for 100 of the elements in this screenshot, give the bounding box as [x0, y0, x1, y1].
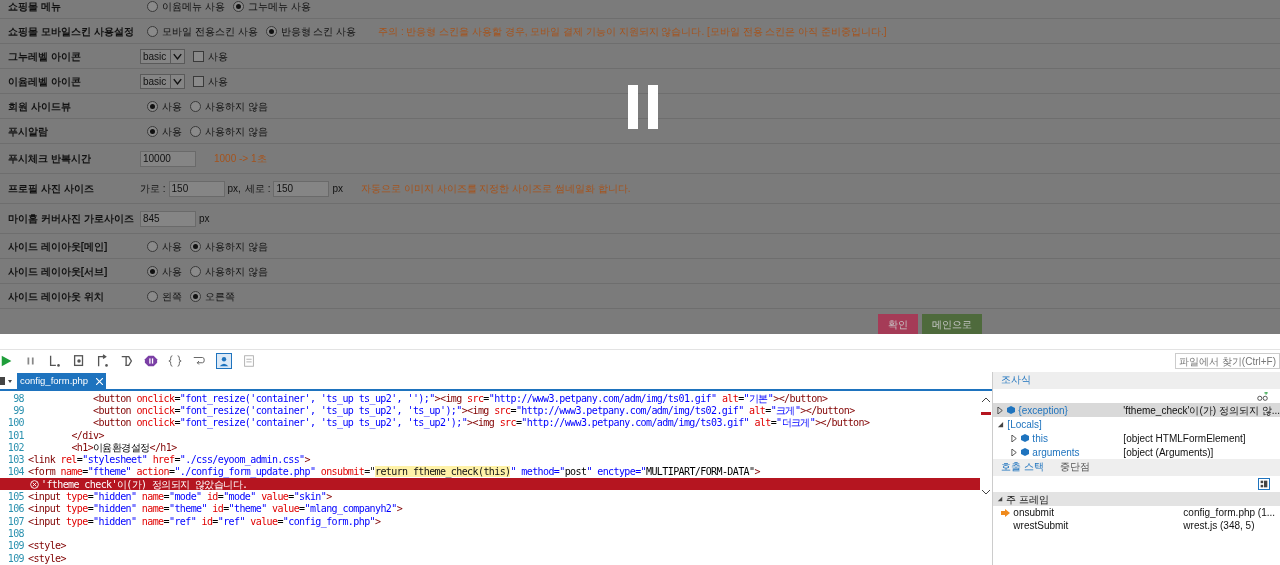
radio-button[interactable] — [190, 100, 201, 112]
note-text: 1000 -> 1초 — [214, 152, 267, 166]
code-line: <link rel="stylesheet" href="./css/eyoom_admin.css"> — [27, 453, 310, 467]
radio-button[interactable] — [190, 290, 201, 302]
scroll-down-icon[interactable] — [982, 490, 991, 495]
line-number: 108 — [6, 526, 24, 541]
radio-button[interactable] — [147, 240, 158, 252]
expander-icon[interactable] — [997, 420, 1005, 428]
option-label: 사용하지 않음 — [205, 124, 268, 139]
setting-label: 사이드 레이아웃[메인] — [8, 239, 108, 254]
collapse-icon — [997, 496, 1004, 502]
field-label: 가로 : — [140, 182, 166, 196]
panel-tab[interactable]: 중단점 — [1060, 460, 1090, 475]
setting-label: 푸시알람 — [8, 124, 48, 139]
add-watch-icon[interactable] — [1257, 391, 1268, 401]
level-select[interactable]: basic — [140, 48, 186, 64]
expander-icon[interactable] — [1011, 448, 1019, 456]
file-tab[interactable]: config_form.php — [17, 373, 107, 389]
line-number: 100 — [6, 416, 24, 431]
line-number: 106 — [6, 502, 24, 517]
radio-button[interactable] — [265, 25, 277, 37]
setting-label: 쇼핑몰 메뉴 — [8, 0, 61, 14]
setting-label: 그누레벨 아이콘 — [8, 49, 81, 64]
error-message: 'ftheme_check'이(가) 정의되지 않았습니다. — [41, 478, 248, 492]
step-out-icon[interactable] — [96, 354, 110, 368]
expander-icon[interactable] — [1011, 434, 1019, 442]
level-select[interactable]: basic — [140, 73, 186, 89]
option-label: 사용 — [162, 99, 182, 114]
radio-button[interactable] — [190, 265, 201, 277]
watch-value: [object (Arguments)] — [1123, 445, 1214, 459]
braces-icon[interactable] — [168, 354, 182, 368]
setting-label: 마이홈 커버사진 가로사이즈 — [8, 212, 134, 226]
find-field[interactable]: 파일에서 찾기(Ctrl+F) — [1175, 353, 1280, 369]
watch-name: {exception} — [1018, 403, 1068, 418]
panel-tab[interactable]: 호출 스택 — [1001, 460, 1044, 475]
branch-icon[interactable] — [120, 354, 134, 368]
radio-button[interactable] — [147, 0, 158, 12]
watch-row[interactable]: this [object HTMLFormElement] — [993, 431, 1280, 445]
word-wrap-icon[interactable] — [192, 354, 206, 368]
step-into-icon[interactable] — [48, 354, 62, 368]
frame-location: wrest.js (348, 5) — [1183, 519, 1255, 533]
input-field[interactable]: 150 — [168, 180, 225, 197]
input-field[interactable]: 845 — [140, 210, 196, 227]
radio-button[interactable] — [190, 240, 201, 252]
error-icon — [30, 479, 39, 489]
note-text: 자동으로 이미지 사이즈를 지정한 사이즈로 썸네일화 합니다. — [361, 182, 631, 196]
option-label: 사용하지 않음 — [205, 264, 268, 279]
option-label: 사용 — [162, 239, 182, 254]
code-line: <input type="hidden" name="mode" id="mode" value="skin"> — [27, 490, 332, 504]
checkbox[interactable] — [193, 50, 205, 62]
layout-icon[interactable] — [1258, 478, 1270, 490]
frame-location: config_form.php (1... — [1183, 506, 1276, 520]
pause-icon — [628, 85, 658, 129]
code-line: <form name="ftheme" action="./config_form_update.php" onsubmit="return ftheme_check(this)" method="post" enctype="MULTIPART/FORM-DATA"> — [27, 466, 760, 480]
radio-button[interactable] — [232, 0, 244, 12]
profile-icon[interactable] — [216, 353, 232, 369]
object-icon — [1007, 406, 1016, 414]
checkbox[interactable] — [193, 75, 205, 87]
watch-row[interactable]: [Locals] — [993, 417, 1280, 431]
setting-label: 회원 사이드뷰 — [8, 99, 71, 114]
watch-name: [Locals] — [1007, 417, 1042, 432]
stack-frame[interactable]: wrestSubmit wrest.js (348, 5) — [993, 519, 1280, 532]
radio-button[interactable] — [147, 290, 158, 302]
code-line: <input type="hidden" name="theme" id="theme" value="mlang_companyh2"> — [27, 502, 403, 517]
dropdown-icon — [170, 74, 185, 88]
stack-frame[interactable]: onsubmit config_form.php (1... — [993, 506, 1280, 519]
option-label: 반응형 스킨 사용 — [280, 24, 357, 39]
code-line: <button onclick="font_resize('container', 'ts_up ts_up2', 'ts_up2');"><img src="http://www3.petpany.com/adm/img/ts03.gif" alt="더크게"></button> — [92, 417, 870, 431]
radio-button[interactable] — [147, 25, 158, 37]
setting-label: 푸시체크 반복시간 — [8, 152, 91, 166]
watch-value: [object HTMLFormElement] — [1123, 431, 1246, 446]
watch-row[interactable]: arguments [object (Arguments)] — [993, 445, 1280, 459]
input-field[interactable]: 150 — [273, 180, 330, 197]
radio-button[interactable] — [147, 100, 158, 112]
watch-header: 조사식 — [993, 372, 1280, 389]
setting-label: 프로필 사진 사이즈 — [8, 182, 94, 196]
step-over-icon[interactable] — [72, 354, 86, 368]
input-field[interactable]: 10000 — [140, 150, 196, 167]
code-line: <button onclick="font_resize('container', 'ts_up ts_up2', 'ts_up');"><img src="http://www3.petpany.com/adm/img/ts02.gif" alt="크게"></button> — [92, 404, 855, 418]
line-number: 99 — [12, 403, 24, 418]
dropdown-icon — [170, 49, 185, 63]
frame-group: 주 프레임 — [1006, 491, 1050, 507]
exception-icon[interactable] — [144, 354, 158, 368]
code-line: <button onclick="font_resize('container', 'ts_up ts_up2', '');"><img src="http://www3.petpany.com/adm/img/ts01.gif" alt="기본"></button> — [92, 391, 828, 406]
radio-button[interactable] — [147, 265, 158, 277]
expander-icon[interactable] — [997, 406, 1005, 414]
setting-label: 쇼핑몰 모바일스킨 사용설정 — [8, 24, 134, 39]
scroll-up-icon[interactable] — [982, 397, 991, 402]
checkbox-label: 사용 — [208, 74, 229, 89]
watch-row[interactable]: {exception} 'ftheme_check'이(가) 정의되지 않... — [993, 403, 1280, 417]
field-label: 세로 : — [244, 182, 271, 196]
line-number: 107 — [6, 514, 24, 529]
file-menu-icon[interactable] — [0, 376, 12, 386]
form-button[interactable]: 메인으로 — [922, 314, 982, 334]
line-number: 102 — [6, 440, 24, 455]
option-label: 사용 — [162, 124, 182, 139]
line-number: 101 — [6, 428, 24, 443]
radio-button[interactable] — [147, 125, 158, 137]
radio-button[interactable] — [190, 125, 201, 137]
form-button[interactable]: 확인 — [878, 314, 918, 334]
